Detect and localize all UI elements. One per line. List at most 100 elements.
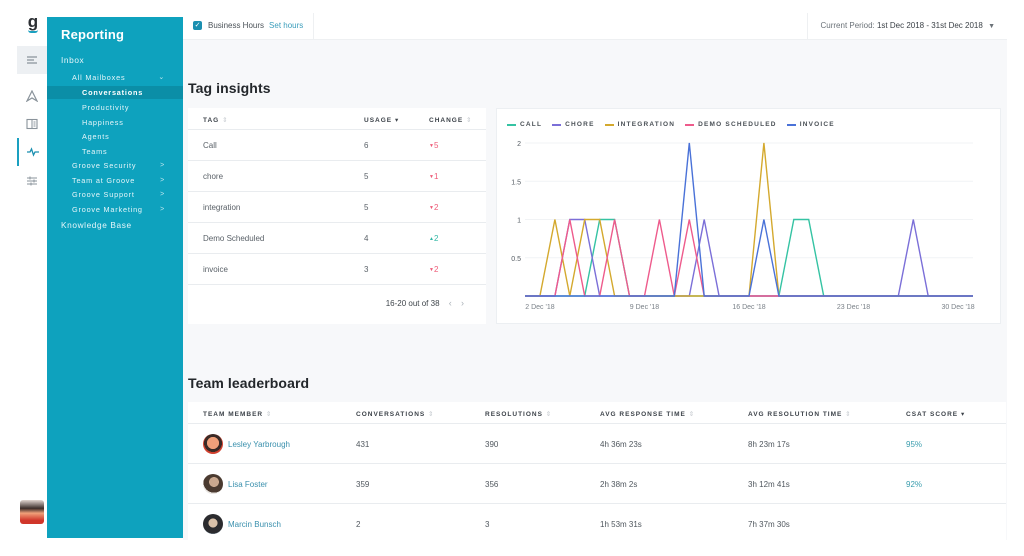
avg-resolution-time-value: 7h 37m 30s: [748, 520, 790, 529]
groove-logo[interactable]: g: [25, 13, 41, 34]
sidebar-item-all-mailboxes[interactable]: All Mailboxes ⌄: [47, 71, 183, 84]
tag-row[interactable]: invoice 3 ▼2: [188, 253, 486, 284]
sidebar-title: Reporting: [61, 27, 125, 42]
tag-change: ▼1: [429, 172, 439, 181]
resolutions-value: 3: [485, 520, 490, 529]
column-header-resolutions[interactable]: RESOLUTIONS ⇕: [485, 410, 552, 418]
x-tick-label: 23 Dec '18: [837, 304, 870, 311]
business-hours-label: Business Hours: [208, 21, 265, 30]
send-arrow-icon[interactable]: [17, 82, 47, 110]
menu-lines-icon[interactable]: [17, 46, 47, 74]
sliders-icon[interactable]: [17, 167, 47, 195]
y-tick-label: 1.5: [511, 179, 521, 186]
chevron-right-icon: >: [160, 162, 165, 169]
top-bar: ✓ Business Hours Set hours Current Perio…: [183, 13, 1007, 40]
reporting-sidebar: Reporting Inbox All Mailboxes ⌄ Conversat…: [47, 17, 183, 538]
tag-row[interactable]: chore 5 ▼1: [188, 160, 486, 191]
column-header-usage[interactable]: USAGE ▾: [364, 116, 399, 124]
current-user-avatar[interactable]: [20, 500, 44, 524]
caret-down-icon: ▼: [988, 23, 995, 30]
divider: [188, 284, 486, 285]
tag-name: Demo Scheduled: [203, 234, 265, 243]
chevron-down-icon: ⌄: [158, 74, 165, 81]
chevron-right-icon: >: [160, 191, 165, 198]
avatar: [203, 514, 223, 534]
tag-name: Call: [203, 141, 217, 150]
tag-change: ▼2: [429, 203, 439, 212]
x-tick-label: 2 Dec '18: [525, 304, 554, 311]
y-tick-label: 1: [517, 218, 521, 225]
conversations-value: 431: [356, 440, 370, 449]
tag-row[interactable]: Call 6 ▼5: [188, 129, 486, 160]
column-header-team-member[interactable]: TEAM MEMBER ⇕: [203, 410, 272, 418]
team-member-link[interactable]: Lisa Foster: [228, 480, 268, 489]
avg-response-time-value: 4h 36m 23s: [600, 440, 642, 449]
csat-score-value: 95%: [906, 440, 923, 449]
sidebar-item-productivity[interactable]: Productivity: [47, 101, 183, 114]
tag-usage: 4: [364, 234, 369, 243]
period-value: 1st Dec 2018 - 31st Dec 2018: [876, 21, 983, 30]
pagination-label: 16-20 out of 38: [385, 299, 440, 308]
column-header-conversations[interactable]: CONVERSATIONS ⇕: [356, 410, 434, 418]
tag-name: chore: [203, 172, 224, 181]
sidebar-item-knowledge-base[interactable]: Knowledge Base: [47, 219, 183, 232]
resolutions-value: 390: [485, 440, 499, 449]
chevron-right-icon: >: [160, 206, 165, 213]
tag-name: integration: [203, 203, 241, 212]
pagination: 16-20 out of 38 ‹ ›: [386, 298, 464, 308]
tag-insights-table: TAG ⇕ USAGE ▾ CHANGE ⇕ Call 6 ▼5 chore 5 ▼1 in…: [188, 108, 486, 324]
icon-rail: g: [17, 0, 47, 540]
sidebar-item-inbox[interactable]: Inbox: [47, 54, 183, 67]
business-hours-toggle[interactable]: ✓ Business Hours Set hours: [193, 21, 303, 30]
sidebar-item-groove-support[interactable]: Groove Support >: [47, 188, 183, 201]
column-header-avg-resolution-time[interactable]: AVG RESOLUTION TIME ⇕: [748, 410, 852, 418]
line-chart: 0.5 1 1.5 2 2 Dec '18 9 Dec '18 16 Dec '18 23 D…: [511, 141, 975, 311]
tag-row[interactable]: Demo Scheduled 4 ▲2: [188, 222, 486, 253]
resolutions-value: 356: [485, 480, 499, 489]
avg-response-time-value: 1h 53m 31s: [600, 520, 642, 529]
x-tick-label: 9 Dec '18: [630, 304, 659, 311]
sidebar-item-team-at-groove[interactable]: Team at Groove >: [47, 174, 183, 187]
sidebar-item-groove-security[interactable]: Groove Security >: [47, 159, 183, 172]
sidebar-item-teams[interactable]: Teams: [47, 145, 183, 158]
tag-change: ▼2: [429, 265, 439, 274]
activity-pulse-icon[interactable]: [17, 138, 47, 166]
column-header-tag[interactable]: TAG ⇕: [203, 116, 229, 124]
sidebar-item-groove-marketing[interactable]: Groove Marketing >: [47, 203, 183, 216]
business-hours-checkbox[interactable]: ✓: [193, 21, 202, 30]
divider: [313, 13, 314, 40]
tag-usage: 5: [364, 172, 369, 181]
team-member-link[interactable]: Lesley Yarbrough: [228, 440, 290, 449]
avatar: [203, 434, 223, 454]
app: g Reporting Inbox All Mailboxes ⌄ Convers…: [0, 0, 1024, 556]
tag-insights-title: Tag insights: [188, 80, 271, 96]
column-header-csat-score[interactable]: CSAT SCORE ▾: [906, 410, 965, 418]
leaderboard-row: Lesley Yarbrough 431 390 4h 36m 23s 8h 23m 1…: [188, 423, 1006, 463]
tag-row[interactable]: integration 5 ▼2: [188, 191, 486, 222]
sidebar-item-conversations[interactable]: Conversations: [47, 86, 183, 99]
main-content: Tag insights TAG ⇕ USAGE ▾ CHANGE ⇕ Call…: [183, 40, 1007, 543]
avg-response-time-value: 2h 38m 2s: [600, 480, 638, 489]
sort-icon: ⇕: [465, 117, 473, 124]
tag-change: ▼5: [429, 141, 439, 150]
next-page-icon[interactable]: ›: [461, 298, 464, 308]
column-header-avg-response-time[interactable]: AVG RESPONSE TIME ⇕: [600, 410, 695, 418]
conversations-value: 359: [356, 480, 370, 489]
book-icon[interactable]: [17, 110, 47, 138]
avg-resolution-time-value: 3h 12m 41s: [748, 480, 790, 489]
column-header-change[interactable]: CHANGE ⇕: [429, 116, 472, 124]
tag-usage: 6: [364, 141, 369, 150]
sort-desc-icon: ▾: [394, 117, 400, 124]
prev-page-icon[interactable]: ‹: [449, 298, 452, 308]
x-tick-label: 16 Dec '18: [732, 304, 765, 311]
tag-usage-chart: CALL CHORE INTEGRATION DEMO SCHEDULED INVOIC…: [496, 108, 1001, 324]
tag-usage: 5: [364, 203, 369, 212]
chevron-right-icon: >: [160, 177, 165, 184]
period-selector[interactable]: Current Period: 1st Dec 2018 - 31st Dec …: [821, 21, 996, 30]
leaderboard-row: Marcin Bunsch 2 3 1h 53m 31s 7h 37m 30s: [188, 503, 1006, 543]
sidebar-item-agents[interactable]: Agents: [47, 130, 183, 143]
sidebar-item-happiness[interactable]: Happiness: [47, 116, 183, 129]
set-hours-link[interactable]: Set hours: [269, 21, 303, 30]
team-member-link[interactable]: Marcin Bunsch: [228, 520, 281, 529]
conversations-value: 2: [356, 520, 361, 529]
